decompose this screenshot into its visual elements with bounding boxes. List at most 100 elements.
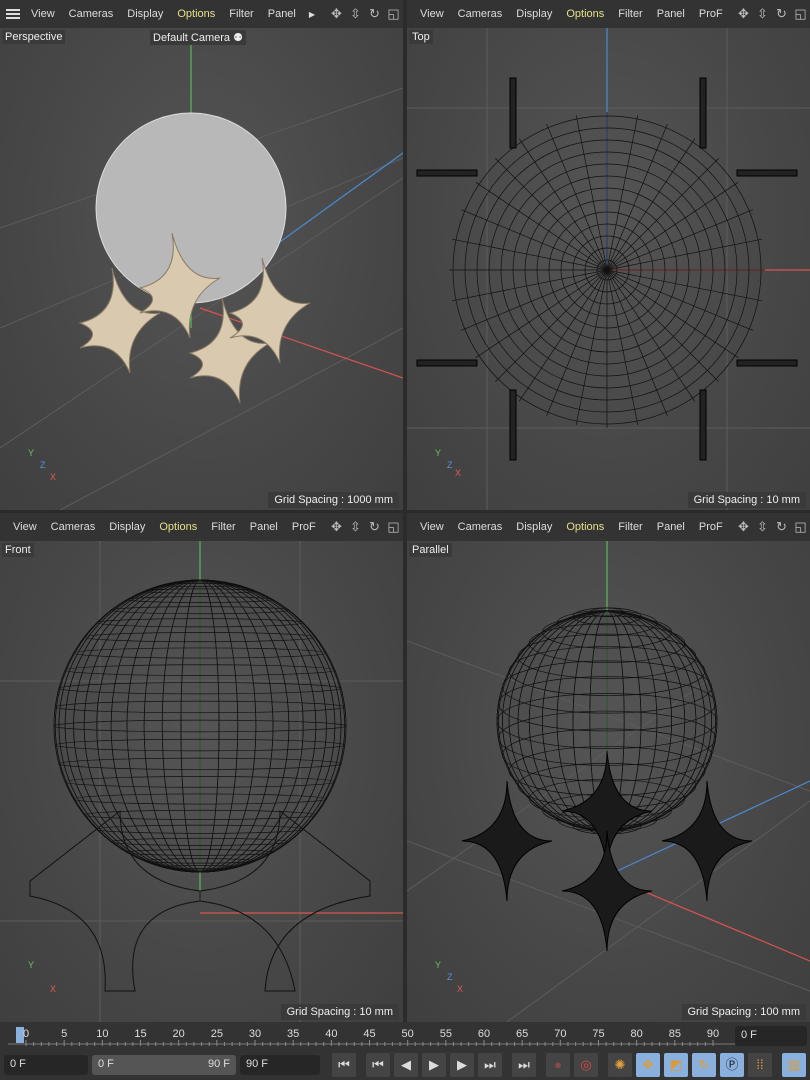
keyframe-settings-icon[interactable]: ✺ <box>608 1053 632 1077</box>
toggle-layout-icon[interactable]: ◱ <box>793 6 808 21</box>
key-scale-icon[interactable]: ◩ <box>664 1053 688 1077</box>
record-keys-button[interactable]: ● <box>546 1053 570 1077</box>
viewport-top[interactable]: View Cameras Display Options Filter Panel ProF… <box>407 0 810 510</box>
viewport-canvas[interactable]: Parallel Grid Spacing : 100 mm Y X Z <box>407 541 810 1022</box>
viewport-front[interactable]: View Cameras Display Options Filter Panel ProF… <box>0 513 403 1022</box>
leg-beam <box>699 77 707 149</box>
current-frame-field[interactable]: 0 F <box>735 1026 807 1046</box>
viewport-perspective[interactable]: View Cameras Display Options Filter Panel ▶ ✥ ⇳ ↻… <box>0 0 403 510</box>
viewport-menubar: View Cameras Display Options Filter Panel ProF… <box>407 513 810 541</box>
more-arrow-icon[interactable]: ▶ <box>309 10 315 19</box>
timeline-window-icon[interactable]: ▥ <box>782 1053 806 1077</box>
grid-spacing-label: Grid Spacing : 10 mm <box>687 492 806 508</box>
zoom-view-icon[interactable]: ⇳ <box>348 6 363 21</box>
leg-wireframe <box>199 809 371 992</box>
key-parameter-icon[interactable]: Ⓟ <box>720 1053 744 1077</box>
menu-view[interactable]: View <box>420 521 444 533</box>
menu-display[interactable]: Display <box>516 8 552 20</box>
key-pla-icon[interactable]: ⁞⁞ <box>748 1053 772 1077</box>
timeline-tick-label: 55 <box>440 1028 452 1040</box>
menu-prof[interactable]: ProF <box>699 521 723 533</box>
autokey-button[interactable]: ◎ <box>574 1053 598 1077</box>
menu-filter[interactable]: Filter <box>618 8 642 20</box>
move-view-icon[interactable]: ✥ <box>736 6 751 21</box>
viewport-canvas[interactable]: Front Grid Spacing : 10 mm Y X <box>0 541 403 1022</box>
timeline-tick-label: 60 <box>478 1028 490 1040</box>
menu-options[interactable]: Options <box>566 8 604 20</box>
rotate-view-icon[interactable]: ↻ <box>367 519 382 534</box>
grid-line <box>506 800 810 1022</box>
menu-prof[interactable]: ProF <box>699 8 723 20</box>
viewport-canvas[interactable]: Top Grid Spacing : 10 mm Y X Z <box>407 28 810 510</box>
menu-display[interactable]: Display <box>516 521 552 533</box>
menu-view[interactable]: View <box>13 521 37 533</box>
move-view-icon[interactable]: ✥ <box>329 6 344 21</box>
rotate-view-icon[interactable]: ↻ <box>774 519 789 534</box>
rotate-view-icon[interactable]: ↻ <box>367 6 382 21</box>
toggle-layout-icon[interactable]: ◱ <box>793 519 808 534</box>
menu-cameras[interactable]: Cameras <box>458 521 503 533</box>
timeline-tick-label: 35 <box>287 1028 299 1040</box>
toggle-layout-icon[interactable]: ◱ <box>386 519 401 534</box>
axis-x-label: X <box>455 468 462 478</box>
rotate-view-icon[interactable]: ↻ <box>774 6 789 21</box>
move-view-icon[interactable]: ✥ <box>329 519 344 534</box>
zoom-view-icon[interactable]: ⇳ <box>755 6 770 21</box>
menu-filter[interactable]: Filter <box>618 521 642 533</box>
menu-prof[interactable]: ProF <box>292 521 316 533</box>
next-key-button[interactable]: ⏭ <box>478 1053 502 1077</box>
move-view-icon[interactable]: ✥ <box>736 519 751 534</box>
viewport-canvas[interactable]: Perspective Default Camera ⚉ Grid Spacing … <box>0 28 403 510</box>
zoom-view-icon[interactable]: ⇳ <box>755 519 770 534</box>
toggle-layout-icon[interactable]: ◱ <box>386 6 401 21</box>
key-rotation-icon[interactable]: ↻ <box>692 1053 716 1077</box>
menu-panel[interactable]: Panel <box>268 8 296 20</box>
menu-panel[interactable]: Panel <box>657 8 685 20</box>
current-frame-input[interactable]: 0 F <box>4 1055 88 1075</box>
axis-z-label: Z <box>40 460 46 470</box>
camera-label[interactable]: Default Camera ⚉ <box>150 30 246 45</box>
previous-key-button[interactable]: ⏮ <box>366 1053 390 1077</box>
viewport-name[interactable]: Perspective <box>2 30 66 44</box>
next-frame-button[interactable]: ▶ <box>450 1053 474 1077</box>
menu-filter[interactable]: Filter <box>229 8 253 20</box>
zoom-view-icon[interactable]: ⇳ <box>348 519 363 534</box>
go-to-end-button[interactable]: ⏭ <box>512 1053 536 1077</box>
menu-options[interactable]: Options <box>177 8 215 20</box>
menu-panel[interactable]: Panel <box>250 521 278 533</box>
viewport-name[interactable]: Parallel <box>409 543 452 557</box>
menu-options[interactable]: Options <box>566 521 604 533</box>
camera-icon: ⚉ <box>233 32 243 44</box>
viewport-name[interactable]: Top <box>409 30 433 44</box>
viewport-parallel[interactable]: View Cameras Display Options Filter Panel ProF… <box>407 513 810 1022</box>
timeline-tick-label: 20 <box>173 1028 185 1040</box>
menu-filter[interactable]: Filter <box>211 521 235 533</box>
range-start: 0 F <box>98 1058 114 1070</box>
menu-options[interactable]: Options <box>159 521 197 533</box>
range-end: 90 F <box>207 1058 230 1070</box>
menu-panel[interactable]: Panel <box>657 521 685 533</box>
frame-range-slider[interactable]: 0 F 90 F <box>92 1055 236 1075</box>
menu-display[interactable]: Display <box>109 521 145 533</box>
viewport-name[interactable]: Front <box>2 543 34 557</box>
key-position-icon[interactable]: ✥ <box>636 1053 660 1077</box>
menu-view[interactable]: View <box>31 8 55 20</box>
timeline-ruler[interactable]: 0 5 10 15 20 25 30 35 40 45 50 55 60 65 70 75 80 85 90 0 F <box>0 1022 810 1050</box>
go-to-start-button[interactable]: ⏮ <box>332 1053 356 1077</box>
menu-cameras[interactable]: Cameras <box>458 8 503 20</box>
menu-cameras[interactable]: Cameras <box>51 521 96 533</box>
end-frame-input[interactable]: 90 F <box>240 1055 320 1075</box>
menu-cameras[interactable]: Cameras <box>69 8 114 20</box>
play-button[interactable]: ▶ <box>422 1053 446 1077</box>
grid-spacing-label: Grid Spacing : 1000 mm <box>268 492 399 508</box>
timeline-tick-label: 40 <box>325 1028 337 1040</box>
timeline-tick-label: 30 <box>249 1028 261 1040</box>
hamburger-menu-icon[interactable] <box>6 9 20 19</box>
axis-y-label: Y <box>435 448 442 458</box>
axis-y-label: Y <box>435 960 442 970</box>
previous-frame-button[interactable]: ◀ <box>394 1053 418 1077</box>
menu-view[interactable]: View <box>420 8 444 20</box>
menu-display[interactable]: Display <box>127 8 163 20</box>
axis-x-label: X <box>50 472 57 482</box>
axis-z-label: Z <box>447 972 453 982</box>
